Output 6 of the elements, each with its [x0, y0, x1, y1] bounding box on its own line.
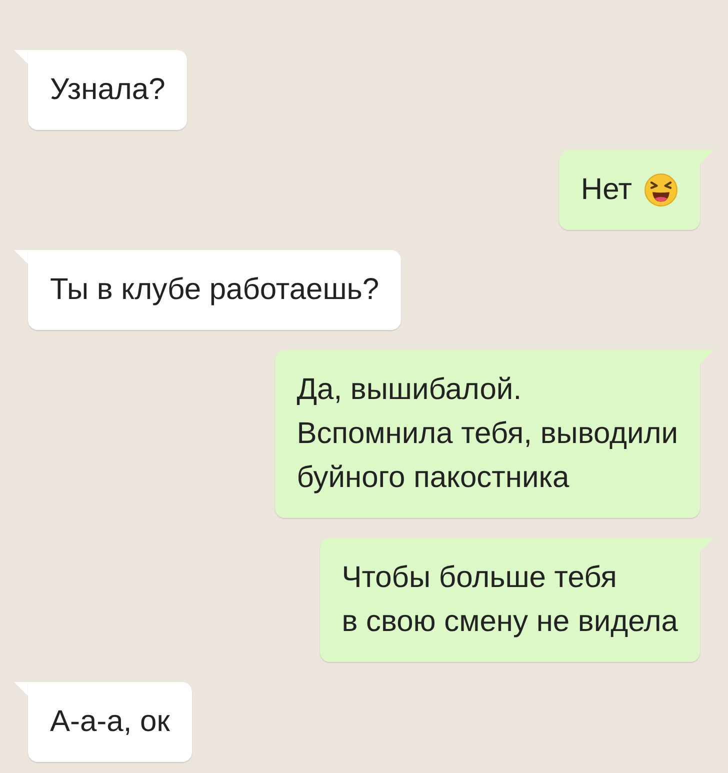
message-text: Ты в клубе работаешь?	[50, 272, 380, 308]
message-text: Чтобы больше тебя в свою смену не видела	[342, 560, 678, 640]
message-text: Да, вышибалой. Вспомнила тебя, выводили буйного пакостника	[296, 372, 678, 496]
message-text: Узнала?	[50, 72, 166, 108]
message-text: А-а-а, ок	[50, 704, 170, 740]
message-text: Нет	[580, 172, 632, 208]
